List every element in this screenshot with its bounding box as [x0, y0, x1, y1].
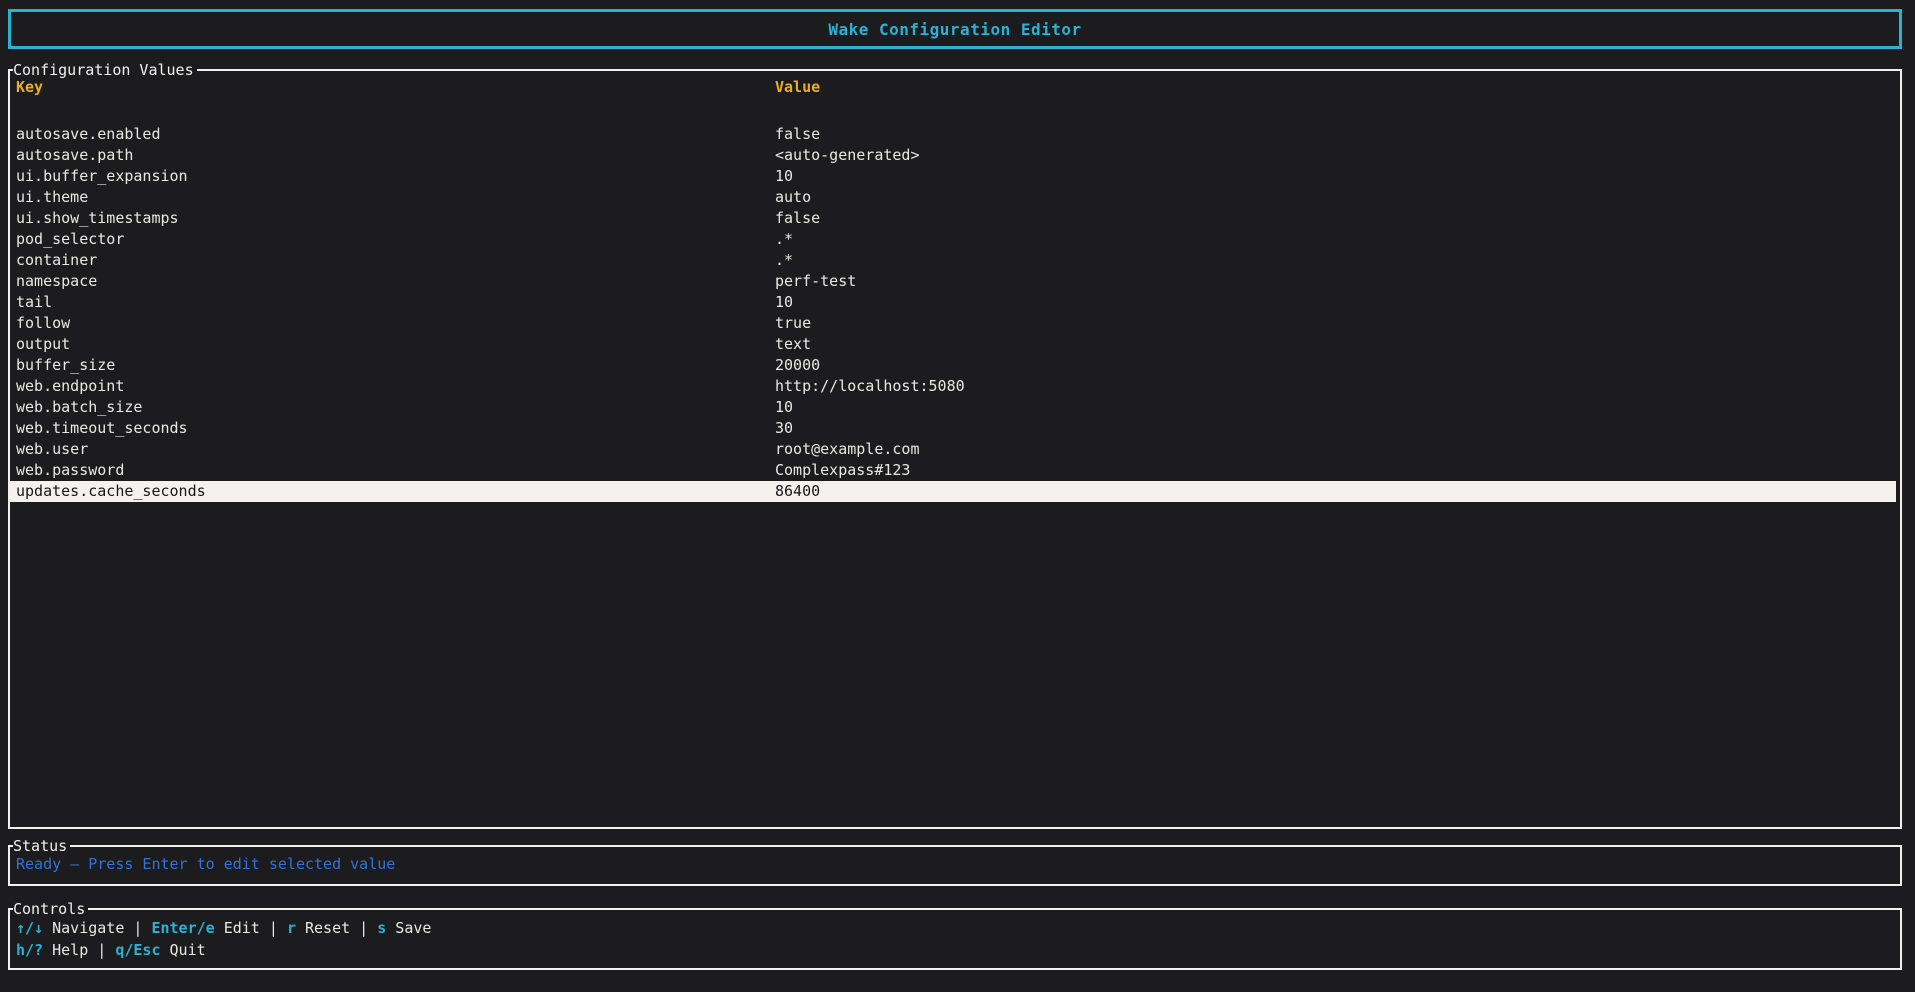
row-value: perf-test — [775, 271, 1896, 292]
shortcut-label: Navigate — [43, 919, 124, 937]
table-row[interactable]: web.batch_size10 — [10, 397, 1896, 418]
row-value: 10 — [775, 292, 1896, 313]
controls-panel-title: Controls — [13, 900, 88, 918]
separator: | — [350, 919, 377, 937]
controls-lines: ↑/↓ Navigate | Enter/e Edit | r Reset | … — [10, 910, 1900, 961]
row-value: 86400 — [775, 481, 1896, 502]
separator: | — [124, 919, 151, 937]
shortcut-keys: r — [287, 919, 296, 937]
table-row[interactable]: web.userroot@example.com — [10, 439, 1896, 460]
shortcut-keys: h/? — [16, 941, 43, 959]
row-value: true — [775, 313, 1896, 334]
app-window: Wake Configuration Editor Configuration … — [0, 0, 1915, 970]
row-key: updates.cache_seconds — [10, 481, 775, 502]
table-row[interactable]: autosave.enabledfalse — [10, 124, 1896, 145]
row-value: false — [775, 124, 1896, 145]
table-row[interactable]: web.timeout_seconds30 — [10, 418, 1896, 439]
row-key: buffer_size — [10, 355, 775, 376]
shortcut-keys: Enter/e — [151, 919, 214, 937]
column-header-value: Value — [775, 77, 1896, 98]
table-row[interactable]: web.passwordComplexpass#123 — [10, 460, 1896, 481]
row-key: output — [10, 334, 775, 355]
shortcut-label: Save — [386, 919, 431, 937]
row-key: follow — [10, 313, 775, 334]
config-table: Key Value autosave.enabledfalseautosave.… — [10, 71, 1900, 502]
row-key: web.user — [10, 439, 775, 460]
shortcut-keys: s — [377, 919, 386, 937]
table-row[interactable]: ui.themeauto — [10, 187, 1896, 208]
row-key: namespace — [10, 271, 775, 292]
app-title: Wake Configuration Editor — [828, 20, 1081, 39]
config-panel: Configuration Values Key Value autosave.… — [8, 69, 1902, 829]
status-panel: Status Ready — Press Enter to edit selec… — [8, 845, 1902, 886]
shortcut-label: Quit — [161, 941, 206, 959]
status-panel-title: Status — [13, 837, 70, 855]
row-value: 30 — [775, 418, 1896, 439]
table-row[interactable]: web.endpointhttp://localhost:5080 — [10, 376, 1896, 397]
row-key: pod_selector — [10, 229, 775, 250]
row-key: tail — [10, 292, 775, 313]
table-row[interactable]: autosave.path<auto-generated> — [10, 145, 1896, 166]
row-value: text — [775, 334, 1896, 355]
shortcut-label: Edit — [215, 919, 260, 937]
row-value: root@example.com — [775, 439, 1896, 460]
row-value: auto — [775, 187, 1896, 208]
row-value: http://localhost:5080 — [775, 376, 1896, 397]
table-row[interactable]: pod_selector.* — [10, 229, 1896, 250]
row-key: web.timeout_seconds — [10, 418, 775, 439]
row-value: Complexpass#123 — [775, 460, 1896, 481]
separator: | — [88, 941, 115, 959]
table-row[interactable]: ui.show_timestampsfalse — [10, 208, 1896, 229]
row-value: 10 — [775, 397, 1896, 418]
row-key: autosave.enabled — [10, 124, 775, 145]
row-value: .* — [775, 250, 1896, 271]
controls-line: h/? Help | q/Esc Quit — [16, 939, 1900, 961]
row-key: web.endpoint — [10, 376, 775, 397]
shortcut-keys: q/Esc — [115, 941, 160, 959]
row-value: false — [775, 208, 1896, 229]
row-key: ui.theme — [10, 187, 775, 208]
table-row[interactable]: buffer_size20000 — [10, 355, 1896, 376]
header-spacer — [10, 98, 1896, 124]
controls-panel: Controls ↑/↓ Navigate | Enter/e Edit | r… — [8, 908, 1902, 970]
shortcut-label: Reset — [296, 919, 350, 937]
table-header: Key Value — [10, 77, 1896, 98]
table-row[interactable]: outputtext — [10, 334, 1896, 355]
status-message: Ready — Press Enter to edit selected val… — [10, 847, 1900, 876]
table-row[interactable]: namespaceperf-test — [10, 271, 1896, 292]
table-row[interactable]: tail10 — [10, 292, 1896, 313]
row-key: autosave.path — [10, 145, 775, 166]
shortcut-keys: ↑/↓ — [16, 919, 43, 937]
row-key: web.password — [10, 460, 775, 481]
row-value: .* — [775, 229, 1896, 250]
table-row[interactable]: ui.buffer_expansion10 — [10, 166, 1896, 187]
row-key: ui.buffer_expansion — [10, 166, 775, 187]
table-row[interactable]: container.* — [10, 250, 1896, 271]
row-value: 20000 — [775, 355, 1896, 376]
title-bar: Wake Configuration Editor — [8, 9, 1902, 49]
controls-line: ↑/↓ Navigate | Enter/e Edit | r Reset | … — [16, 917, 1900, 939]
row-value: 10 — [775, 166, 1896, 187]
shortcut-label: Help — [43, 941, 88, 959]
column-header-key: Key — [10, 77, 775, 98]
table-row[interactable]: followtrue — [10, 313, 1896, 334]
config-panel-title: Configuration Values — [13, 61, 197, 79]
row-value: <auto-generated> — [775, 145, 1896, 166]
row-key: web.batch_size — [10, 397, 775, 418]
separator: | — [260, 919, 287, 937]
row-key: container — [10, 250, 775, 271]
table-row[interactable]: updates.cache_seconds86400 — [10, 481, 1896, 502]
row-key: ui.show_timestamps — [10, 208, 775, 229]
config-rows: autosave.enabledfalseautosave.path<auto-… — [10, 124, 1896, 502]
